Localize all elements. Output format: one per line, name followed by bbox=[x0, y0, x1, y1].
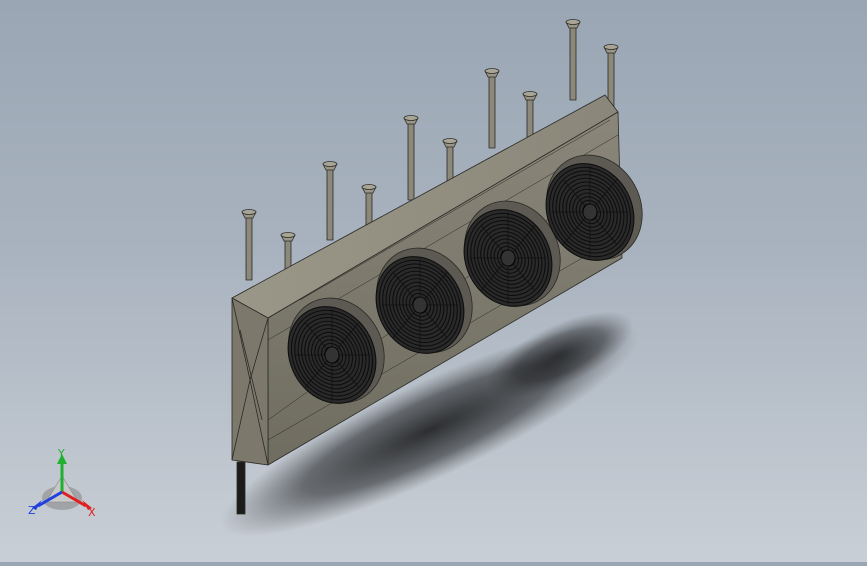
view-orientation-triad[interactable]: Y X Z bbox=[22, 446, 112, 526]
triad-z-label: Z bbox=[28, 504, 36, 517]
hanger-rod bbox=[403, 115, 419, 201]
hanger-rod bbox=[241, 209, 257, 281]
hanger-rod bbox=[484, 68, 500, 149]
drain-pipe bbox=[236, 461, 246, 515]
hanger-rod bbox=[322, 161, 338, 241]
triad-x-label: X bbox=[88, 506, 96, 519]
triad-y-label: Y bbox=[57, 447, 65, 460]
hanger-rod bbox=[565, 19, 581, 101]
graphics-viewport[interactable] bbox=[0, 0, 867, 562]
